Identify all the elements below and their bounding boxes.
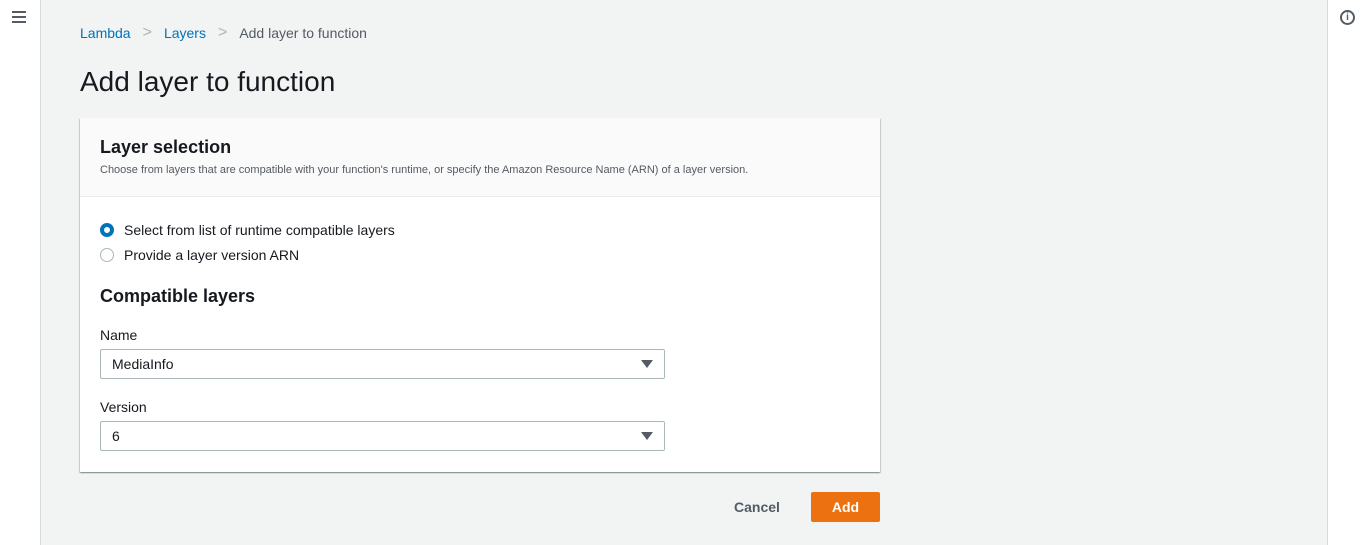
radio-provide-arn[interactable]: Provide a layer version ARN bbox=[100, 242, 860, 267]
menu-icon[interactable] bbox=[12, 11, 26, 26]
layer-selection-panel: Layer selection Choose from layers that … bbox=[80, 118, 880, 472]
breadcrumb-lambda[interactable]: Lambda bbox=[80, 25, 131, 41]
version-label: Version bbox=[100, 399, 147, 415]
radio-checked-icon[interactable] bbox=[100, 222, 114, 237]
radio-label: Select from list of runtime compatible l… bbox=[124, 221, 395, 238]
version-select[interactable]: 6 bbox=[100, 421, 665, 451]
breadcrumb: Lambda > Layers > Add layer to function bbox=[80, 24, 367, 42]
add-button[interactable]: Add bbox=[811, 492, 880, 522]
name-label: Name bbox=[100, 327, 138, 343]
panel-title: Layer selection bbox=[100, 137, 232, 157]
cancel-button[interactable]: Cancel bbox=[722, 492, 792, 522]
caret-down-icon bbox=[641, 432, 653, 440]
chevron-right-icon: > bbox=[142, 24, 152, 41]
info-icon[interactable]: i bbox=[1340, 10, 1355, 25]
name-select[interactable]: MediaInfo bbox=[100, 349, 665, 379]
breadcrumb-current: Add layer to function bbox=[239, 25, 367, 41]
left-nav bbox=[0, 0, 41, 545]
radio-select-from-list[interactable]: Select from list of runtime compatible l… bbox=[100, 217, 860, 242]
right-panel: i bbox=[1327, 0, 1368, 545]
radio-label: Provide a layer version ARN bbox=[124, 246, 300, 263]
section-title: Compatible layers bbox=[100, 286, 256, 306]
page-title: Add layer to function bbox=[80, 66, 336, 97]
chevron-right-icon: > bbox=[217, 24, 228, 41]
radio-unchecked-icon[interactable] bbox=[100, 247, 114, 262]
caret-down-icon bbox=[641, 360, 653, 368]
name-value: MediaInfo bbox=[112, 356, 174, 372]
panel-description: Choose from layers that are compatible w… bbox=[100, 164, 749, 176]
breadcrumb-layers[interactable]: Layers bbox=[164, 25, 206, 41]
version-value: 6 bbox=[112, 428, 120, 444]
